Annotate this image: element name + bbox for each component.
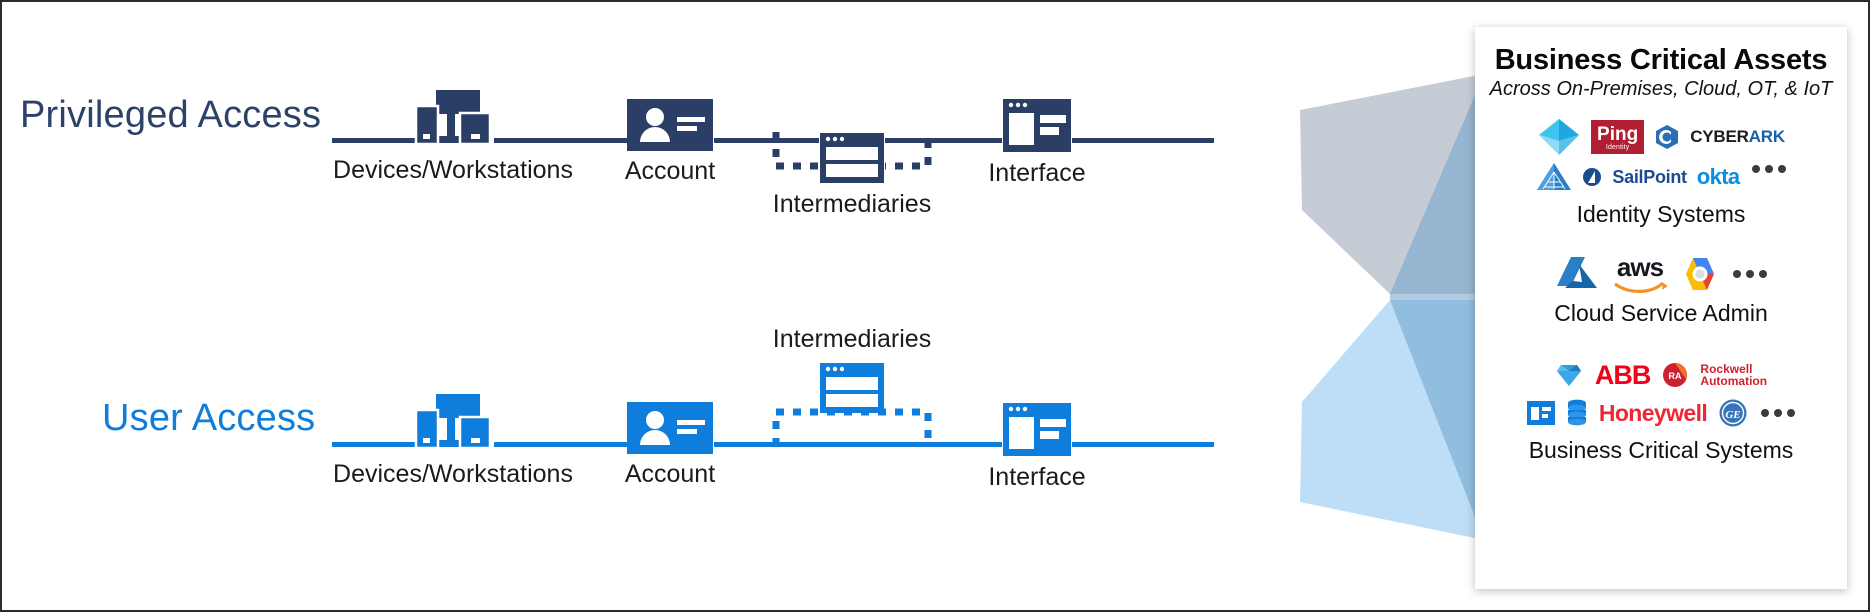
azure-logo-icon xyxy=(1557,257,1597,289)
rockwell-label-2: Automation xyxy=(1700,374,1768,389)
identity-logo-row-1: Ping Identity CYBERARK xyxy=(1485,117,1837,157)
interface-window-icon xyxy=(1002,98,1072,153)
node-privileged-interface[interactable]: Interface xyxy=(974,98,1100,188)
cyberark-label-1: CYBER xyxy=(1690,127,1749,147)
honeywell-logo: Honeywell xyxy=(1598,399,1708,426)
sailpoint-logo: SailPoint xyxy=(1612,166,1687,187)
node-caption-account: Account xyxy=(624,460,716,488)
pyramid-identity-icon xyxy=(1537,163,1572,191)
google-cloud-logo-icon xyxy=(1686,258,1714,291)
asset-group-caption-cloud: Cloud Service Admin xyxy=(1554,300,1768,327)
row-label-user-access: User Access xyxy=(102,397,316,439)
node-caption-devices: Devices/Workstations xyxy=(333,156,573,184)
node-privileged-intermediaries[interactable]: Intermediaries xyxy=(773,132,931,219)
abb-logo: ABB xyxy=(1594,359,1651,390)
svg-text:GE: GE xyxy=(1726,409,1741,421)
cyberark-mark-icon xyxy=(1656,125,1679,150)
node-caption-devices: Devices/Workstations xyxy=(333,460,573,488)
ping-label: Ping xyxy=(1597,124,1639,146)
cloud-more-icon[interactable] xyxy=(1733,270,1767,279)
okta-logo: okta xyxy=(1696,164,1740,190)
node-caption-interface: Interface xyxy=(988,159,1086,187)
panel-subtitle: Across On-Premises, Cloud, OT, & IoT xyxy=(1489,78,1833,101)
panel-title: Business Critical Assets xyxy=(1494,44,1828,76)
node-user-devices[interactable]: Devices/Workstations xyxy=(333,394,573,489)
node-caption-interface: Interface xyxy=(988,463,1086,491)
cyberark-logo: CYBERARK xyxy=(1690,127,1785,147)
identity-logo-row-2: SailPoint okta xyxy=(1485,159,1837,195)
devices-workstations-icon xyxy=(414,90,492,146)
node-privileged-devices[interactable]: Devices/Workstations xyxy=(333,90,573,185)
node-caption-intermediaries: Intermediaries xyxy=(772,190,932,218)
window-app-icon xyxy=(1526,401,1555,426)
business-logo-row-1: ABB RA Rockwell Automation xyxy=(1485,357,1837,393)
node-caption-account: Account xyxy=(624,157,716,185)
business-logo-row-2: Honeywell GE xyxy=(1485,395,1837,431)
node-privileged-account[interactable]: Account xyxy=(602,99,738,186)
node-user-account[interactable]: Account xyxy=(602,402,738,489)
azure-ad-diamond-icon xyxy=(1539,119,1580,156)
asset-group-caption-identity: Identity Systems xyxy=(1576,201,1746,228)
rockwell-mark-icon: RA xyxy=(1663,363,1688,388)
identity-more-icon[interactable] xyxy=(1751,165,1786,174)
interface-window-icon xyxy=(1002,402,1072,457)
sap-diamond-icon xyxy=(1556,365,1581,387)
funnel-gray-shape xyxy=(1300,74,1484,294)
node-user-intermediaries[interactable]: Intermediaries xyxy=(773,325,931,414)
general-electric-logo-icon: GE xyxy=(1719,399,1747,427)
asset-group-cloud-service-admin: aws Cloud Service Admin xyxy=(1485,254,1837,327)
asset-group-identity-systems: Ping Identity CYBERARK SailPoint okta Id… xyxy=(1485,117,1837,228)
svg-text:RA: RA xyxy=(1669,371,1682,381)
account-badge-icon xyxy=(627,99,713,151)
funnel-blue-shape xyxy=(1300,300,1484,540)
aws-smile-icon xyxy=(1614,282,1667,294)
asset-group-business-critical-systems: ABB RA Rockwell Automation Honeywell GE … xyxy=(1485,357,1837,464)
row-label-privileged-access: Privileged Access xyxy=(20,94,322,136)
intermediaries-bracket-user xyxy=(772,408,932,446)
node-user-interface[interactable]: Interface xyxy=(974,402,1100,492)
funnel-overlap-shape xyxy=(1390,74,1484,540)
ping-identity-logo: Ping Identity xyxy=(1591,120,1645,155)
business-critical-assets-panel: Business Critical Assets Across On-Premi… xyxy=(1475,27,1847,589)
cloud-logo-row: aws xyxy=(1485,254,1837,294)
cyberark-label-2: ARK xyxy=(1748,127,1785,147)
account-badge-icon xyxy=(627,402,713,454)
intermediaries-window-icon xyxy=(819,132,885,184)
sailpoint-mark-icon xyxy=(1583,168,1602,187)
node-caption-intermediaries: Intermediaries xyxy=(772,325,932,353)
devices-workstations-icon xyxy=(414,394,492,450)
database-stack-icon xyxy=(1567,399,1586,426)
asset-group-caption-business: Business Critical Systems xyxy=(1528,437,1794,464)
diagram-canvas: Privileged Access Devices/Workstations A… xyxy=(0,0,1870,612)
rockwell-automation-logo: Rockwell Automation xyxy=(1700,363,1768,389)
aws-logo-icon: aws xyxy=(1613,254,1667,294)
aws-label: aws xyxy=(1616,252,1664,283)
business-more-icon[interactable] xyxy=(1761,409,1796,418)
ping-sublabel: Identity xyxy=(1605,144,1630,152)
